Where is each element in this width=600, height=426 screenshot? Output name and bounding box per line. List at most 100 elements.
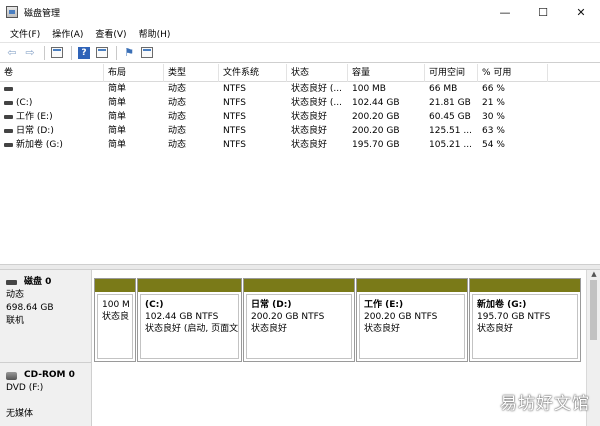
column-header-status[interactable]: 状态 [287, 64, 348, 82]
volume-icon [4, 128, 13, 133]
volume-icon [4, 114, 13, 119]
partition-c[interactable]: (C:) 102.44 GB NTFS 状态良好 (启动, 页面文 [137, 278, 242, 362]
volume-status: 状态良好 [291, 126, 328, 136]
window-controls: — ☐ ✕ [486, 0, 600, 24]
table-row[interactable]: 工作 (E:) 简单 动态 NTFS 状态良好 200.20 GB 60.45 … [0, 110, 600, 124]
volume-free-space: 60.45 GB [429, 112, 471, 122]
column-header-type[interactable]: 类型 [164, 64, 219, 82]
scroll-up-arrow-icon[interactable]: ▲ [587, 270, 600, 280]
toolbar-separator [44, 45, 45, 60]
column-header-layout[interactable]: 布局 [104, 64, 164, 82]
volume-status: 状态良好 (... [291, 98, 342, 108]
disk-0-partitions: 100 M 状态良 (C:) 102.44 GB NTFS 状态良好 (启动, … [94, 278, 582, 362]
volume-layout: 简单 [108, 112, 127, 122]
volume-name: (C:) [16, 98, 33, 108]
volume-type: 动态 [168, 98, 187, 108]
list-header: 卷 布局 类型 文件系统 状态 容量 可用空间 % 可用 [0, 64, 600, 82]
volume-percent-free: 54 % [482, 140, 505, 150]
cdrom-media: 无媒体 [6, 409, 34, 419]
volume-percent-free: 21 % [482, 98, 505, 108]
table-row[interactable]: (C:) 简单 动态 NTFS 状态良好 (... 102.44 GB 21.8… [0, 96, 600, 110]
volume-capacity: 200.20 GB [352, 126, 400, 136]
partition-name: 工作 (E:) [364, 300, 404, 310]
volume-type: 动态 [168, 84, 187, 94]
help-icon[interactable]: ? [76, 45, 92, 61]
volume-list: 卷 布局 类型 文件系统 状态 容量 可用空间 % 可用 简单 动态 NTFS … [0, 64, 600, 264]
properties-icon[interactable] [94, 45, 110, 61]
column-header-percent-free[interactable]: % 可用 [478, 64, 548, 82]
menu-help[interactable]: 帮助(H) [133, 27, 177, 40]
volume-name: 日常 (D:) [16, 126, 54, 136]
menu-action[interactable]: 操作(A) [46, 27, 89, 40]
scrollbar-thumb[interactable] [590, 280, 597, 340]
column-header-volume[interactable]: 卷 [0, 64, 104, 82]
column-header-free-space[interactable]: 可用空间 [425, 64, 478, 82]
disk-title: 磁盘 0 [24, 277, 52, 287]
partition-status: 状态良好 [477, 324, 514, 334]
partition-name: 新加卷 (G:) [477, 300, 527, 310]
menu-file[interactable]: 文件(F) [4, 27, 46, 40]
console-tree-icon[interactable] [49, 45, 65, 61]
volume-capacity: 102.44 GB [352, 98, 400, 108]
maximize-button[interactable]: ☐ [524, 0, 562, 24]
disk-size: 698.64 GB [6, 303, 54, 313]
disk-0-label[interactable]: 磁盘 0 动态 698.64 GB 联机 [0, 270, 92, 362]
refresh-icon[interactable] [139, 45, 155, 61]
volume-type: 动态 [168, 126, 187, 136]
volume-capacity: 200.20 GB [352, 112, 400, 122]
partition-g[interactable]: 新加卷 (G:) 195.70 GB NTFS 状态良好 [469, 278, 581, 362]
volume-filesystem: NTFS [223, 112, 246, 122]
forward-arrow-icon[interactable]: ⇨ [22, 45, 38, 61]
volume-layout: 简单 [108, 140, 127, 150]
partition-size: 195.70 GB NTFS [477, 312, 551, 322]
rescan-icon[interactable]: ⚑ [121, 45, 137, 61]
volume-status: 状态良好 [291, 140, 328, 150]
partition-size: 100 M [102, 300, 130, 310]
watermark-text: 易坊好文馆 [500, 394, 590, 414]
volume-capacity: 100 MB [352, 84, 386, 94]
volume-filesystem: NTFS [223, 140, 246, 150]
disk-state: 联机 [6, 316, 25, 326]
volume-filesystem: NTFS [223, 84, 246, 94]
cd-drive-icon [6, 371, 17, 380]
volume-free-space: 21.81 GB [429, 98, 471, 108]
partition-system-reserved[interactable]: 100 M 状态良 [94, 278, 136, 362]
volume-name: 新加卷 (G:) [16, 140, 63, 150]
partition-status: 状态良好 [251, 324, 288, 334]
partition-e[interactable]: 工作 (E:) 200.20 GB NTFS 状态良好 [356, 278, 468, 362]
disk-kind: 动态 [6, 290, 25, 300]
minimize-button[interactable]: — [486, 0, 524, 24]
partition-status: 状态良 [102, 312, 130, 322]
hard-disk-icon [6, 280, 17, 285]
volume-icon [4, 100, 13, 105]
toolbar-separator [116, 45, 117, 60]
table-row[interactable]: 简单 动态 NTFS 状态良好 (... 100 MB 66 MB 66 % [0, 82, 600, 96]
volume-capacity: 195.70 GB [352, 140, 400, 150]
column-header-capacity[interactable]: 容量 [348, 64, 425, 82]
partition-status: 状态良好 [364, 324, 401, 334]
volume-filesystem: NTFS [223, 98, 246, 108]
menu-view[interactable]: 查看(V) [89, 27, 132, 40]
close-button[interactable]: ✕ [562, 0, 600, 24]
volume-filesystem: NTFS [223, 126, 246, 136]
partition-name: 日常 (D:) [251, 300, 292, 310]
partition-size: 200.20 GB NTFS [364, 312, 438, 322]
toolbar: ⇦ ⇨ ? ⚑ [0, 42, 600, 63]
toolbar-separator [71, 45, 72, 60]
volume-icon [4, 142, 13, 147]
volume-free-space: 125.51 ... [429, 126, 472, 136]
menu-bar: 文件(F) 操作(A) 查看(V) 帮助(H) [0, 24, 600, 42]
back-arrow-icon[interactable]: ⇦ [4, 45, 20, 61]
table-row[interactable]: 新加卷 (G:) 简单 动态 NTFS 状态良好 195.70 GB 105.2… [0, 138, 600, 152]
cdrom-0-label[interactable]: CD-ROM 0 DVD (F:) 无媒体 [0, 362, 92, 426]
volume-type: 动态 [168, 112, 187, 122]
table-row[interactable]: 日常 (D:) 简单 动态 NTFS 状态良好 200.20 GB 125.51… [0, 124, 600, 138]
partition-size: 200.20 GB NTFS [251, 312, 325, 322]
volume-type: 动态 [168, 140, 187, 150]
title-bar: 磁盘管理 — ☐ ✕ [0, 0, 600, 24]
column-header-filesystem[interactable]: 文件系统 [219, 64, 287, 82]
disk-management-icon [6, 6, 18, 18]
partition-d[interactable]: 日常 (D:) 200.20 GB NTFS 状态良好 [243, 278, 355, 362]
volume-percent-free: 63 % [482, 126, 505, 136]
volume-name: 工作 (E:) [16, 112, 53, 122]
